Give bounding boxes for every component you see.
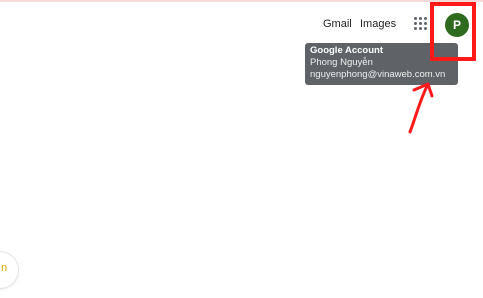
- tooltip-account-name: Phong Nguyễn: [310, 57, 373, 68]
- gmail-link[interactable]: Gmail: [323, 18, 352, 31]
- apps-dot: [424, 27, 427, 30]
- tooltip-account-email: nguyenphong@vinaweb.com.vn: [310, 69, 446, 80]
- apps-dot: [424, 17, 427, 20]
- apps-dot: [419, 17, 422, 20]
- red-arrow-annotation: [408, 82, 434, 134]
- account-avatar-button[interactable]: P: [445, 13, 469, 37]
- apps-dot: [419, 27, 422, 30]
- images-link[interactable]: Images: [360, 18, 396, 31]
- tooltip-title: Google Account: [310, 45, 384, 56]
- google-homepage: Gmail Images P Google Account Phong Nguy…: [0, 0, 483, 298]
- apps-grid-icon[interactable]: [414, 17, 428, 31]
- apps-dot: [414, 22, 417, 25]
- apps-dot: [414, 17, 417, 20]
- floating-circle-button[interactable]: n: [0, 252, 18, 288]
- floating-button-glyph: n: [1, 262, 8, 274]
- top-border: [0, 0, 483, 2]
- apps-dot: [424, 22, 427, 25]
- account-tooltip: Google Account Phong Nguyễn nguyenphong@…: [305, 43, 458, 85]
- apps-dot: [419, 22, 422, 25]
- apps-dot: [414, 27, 417, 30]
